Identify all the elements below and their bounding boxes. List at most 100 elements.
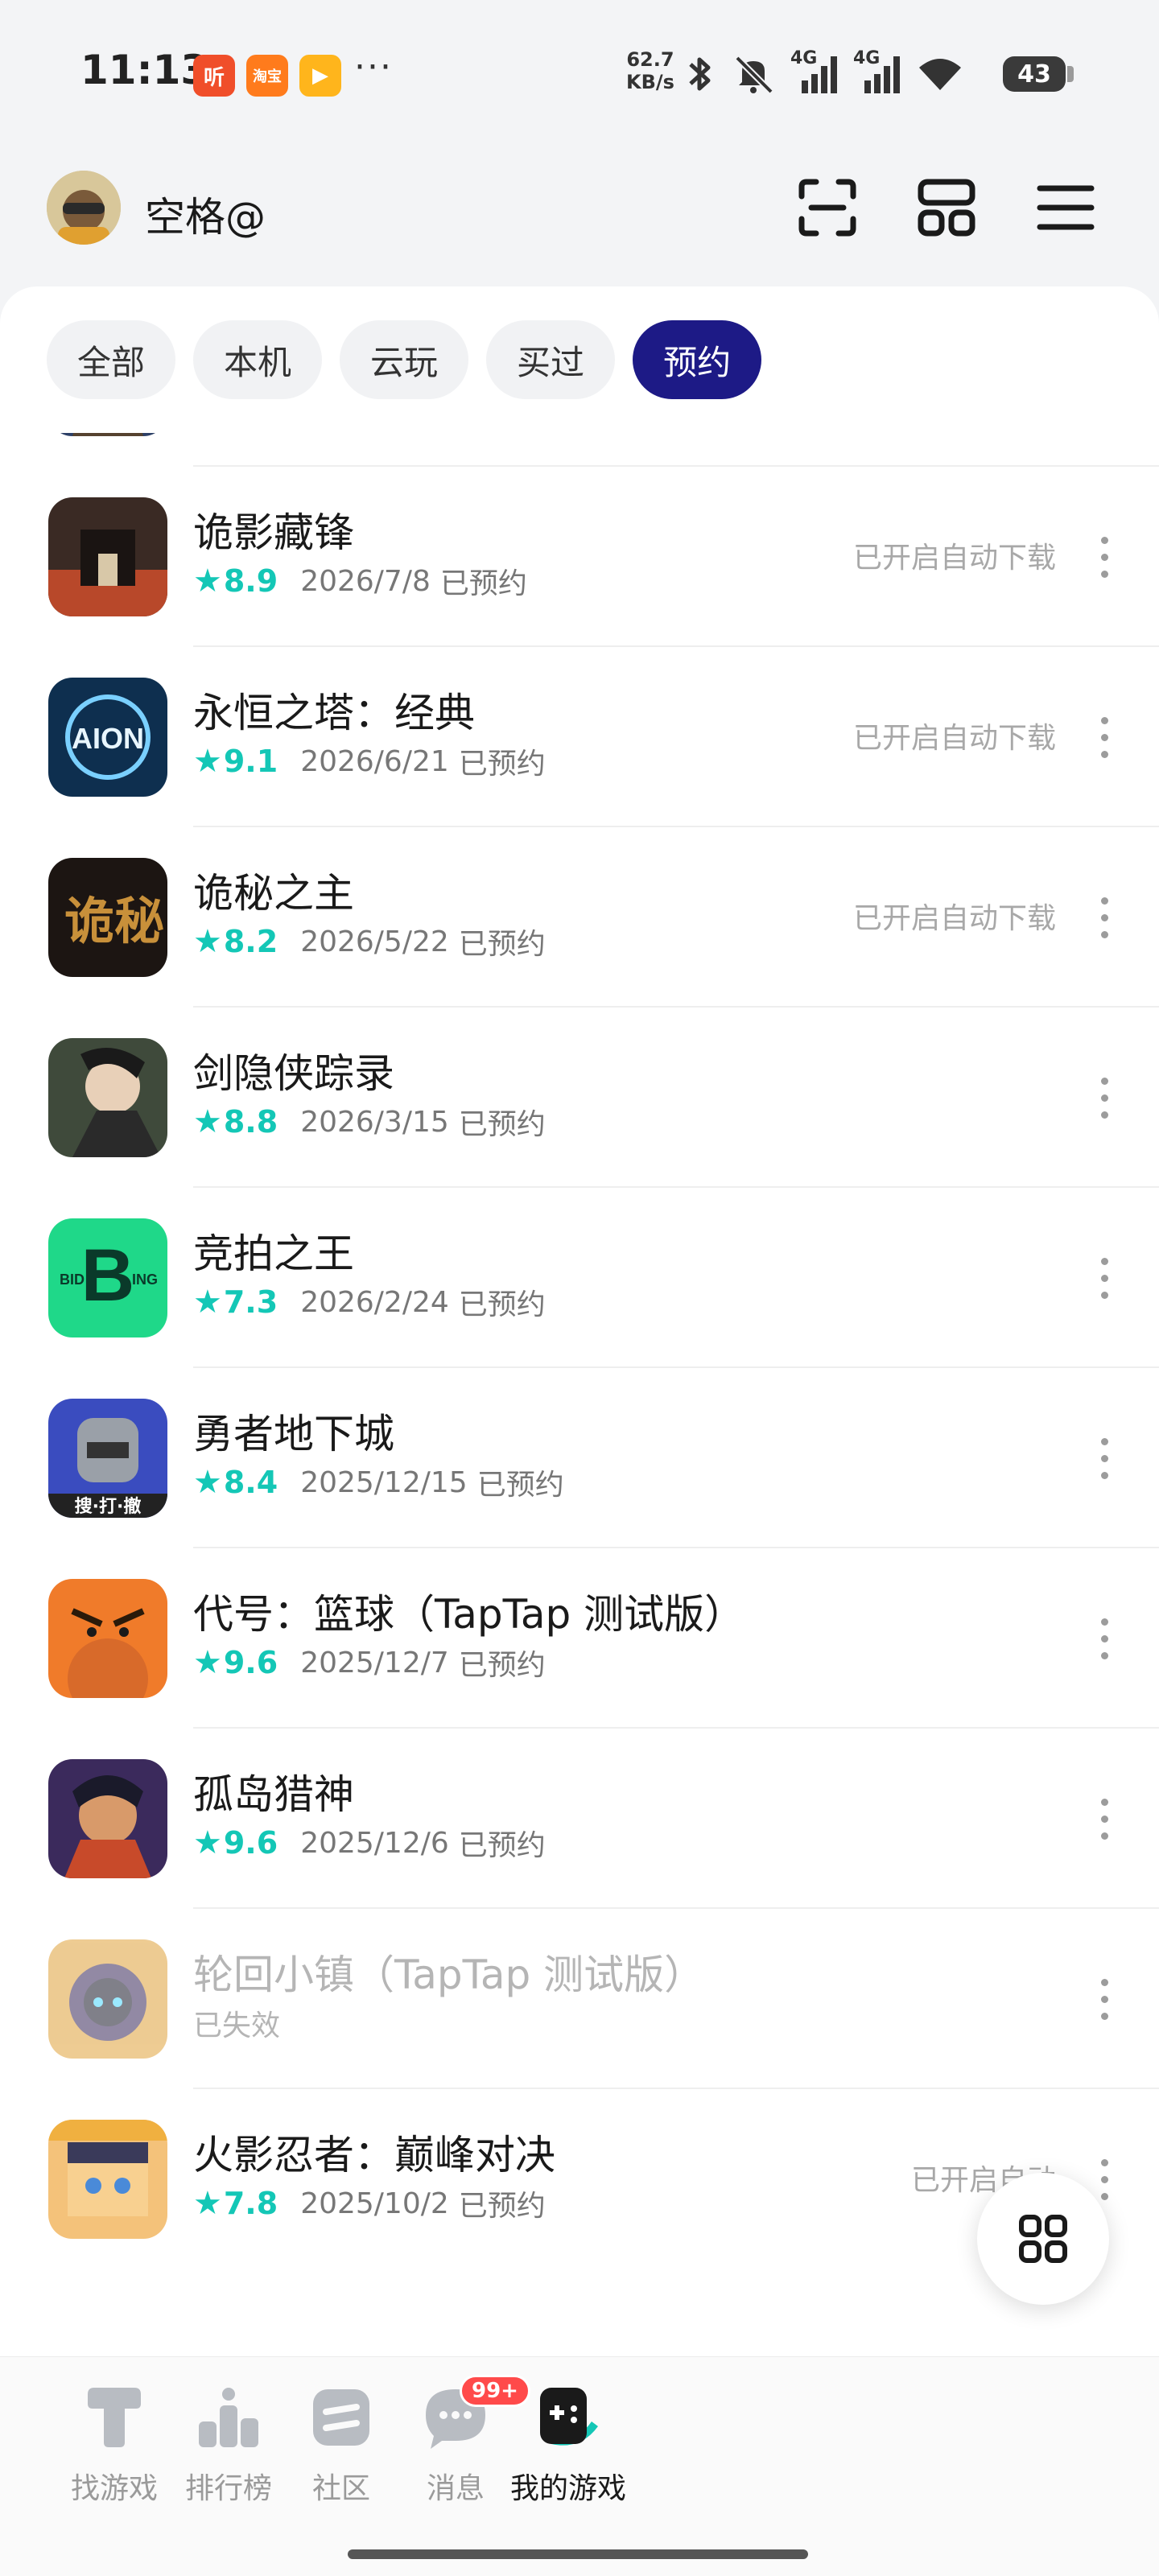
status-bar: 11:13 听 淘宝 ▶ ··· 62.7 KB/s 4G 4G 43 [0, 0, 1159, 145]
game-list-item[interactable]: AION 永恒之塔：经典 ★ 9.1 2026/6/21 已预约 已开启自动下载 [0, 647, 1159, 827]
game-icon[interactable]: AION [48, 678, 167, 797]
menu-icon [1037, 185, 1095, 230]
game-list-item[interactable]: 诡秘 诡秘之主 ★ 8.2 2026/5/22 已预约 已开启自动下载 [0, 827, 1159, 1008]
more-options-button[interactable] [1088, 1420, 1120, 1497]
game-list-item[interactable]: 搜·打·撤 勇者地下城 ★ 8.4 2025/12/15 已预约 [0, 1368, 1159, 1548]
reservation-date: 2025/12/7 [300, 1646, 449, 1680]
game-name[interactable]: 剑隐侠踪录 [193, 1041, 394, 1099]
home-indicator[interactable] [348, 2549, 808, 2559]
game-list-item[interactable]: 秘境夺金★9.62026/7/8已预约已开启自动下载 [0, 433, 1159, 467]
game-icon[interactable]: 搜·打·撤 [48, 1399, 167, 1518]
star-icon: ★ [193, 923, 222, 960]
game-name[interactable]: 代号：篮球（TapTap 测试版） [193, 1582, 744, 1640]
more-dot-icon [1100, 1471, 1108, 1479]
game-rating: 8.4 [223, 1465, 278, 1500]
game-name[interactable]: 轮回小镇（TapTap 测试版） [193, 1943, 704, 2001]
star-icon: ★ [193, 1103, 222, 1140]
quick-menu-button[interactable] [977, 2173, 1109, 2305]
game-icon[interactable] [48, 1759, 167, 1878]
game-rating: 9.6 [223, 1645, 278, 1680]
more-options-button[interactable] [1088, 1239, 1120, 1317]
more-options-button[interactable] [1088, 1600, 1120, 1677]
grid-layout-icon [918, 179, 975, 237]
game-icon[interactable] [48, 497, 167, 616]
status-time: 11:13 [80, 47, 209, 93]
more-dot-icon [1100, 1832, 1108, 1840]
game-name[interactable]: 永恒之塔：经典 [193, 681, 475, 739]
reservation-date: 2025/10/2 [300, 2187, 449, 2220]
svg-text:诡秘: 诡秘 [64, 892, 164, 950]
star-icon: ★ [193, 563, 222, 600]
username[interactable]: 空格@ [145, 185, 266, 243]
messages-icon: 99+ [419, 2375, 530, 2454]
nav-label: 我的游戏 [509, 2472, 626, 2505]
game-status: 已预约 [476, 1469, 564, 1502]
svg-text:B: B [81, 1234, 134, 1317]
game-icon[interactable] [48, 2120, 167, 2239]
more-options-button[interactable] [1088, 879, 1120, 956]
menu-button[interactable] [1027, 169, 1104, 246]
filter-tabs: 全部 本机 云玩 买过 预约 [47, 320, 762, 399]
tab-4[interactable]: 预约 [633, 320, 762, 399]
game-list-item[interactable]: 剑隐侠踪录 ★ 8.8 2026/3/15 已预约 [0, 1008, 1159, 1188]
avatar[interactable] [47, 171, 121, 245]
notification-app-icon: ▶ [299, 55, 341, 97]
more-options-button[interactable] [1088, 699, 1120, 776]
game-list-item[interactable]: 代号：篮球（TapTap 测试版） ★ 9.6 2025/12/7 已预约 [0, 1548, 1159, 1729]
nav-label: 消息 [426, 2472, 485, 2505]
game-icon[interactable] [48, 1939, 167, 2059]
game-icon[interactable] [48, 1038, 167, 1157]
star-icon: ★ [193, 1824, 222, 1861]
game-list-viewport[interactable]: 秘境夺金★9.62026/7/8已预约已开启自动下载诡影藏锋★8.92026/7… [0, 433, 1159, 2356]
more-options-button[interactable] [1088, 1960, 1120, 2038]
tab-2[interactable]: 云玩 [340, 320, 469, 399]
game-name[interactable]: 竞拍之王 [193, 1222, 354, 1280]
game-rating: 8.9 [223, 563, 278, 599]
game-icon[interactable]: 诡秘 [48, 858, 167, 977]
more-options-button[interactable] [1088, 1059, 1120, 1136]
tab-3[interactable]: 买过 [486, 320, 616, 399]
more-dot-icon [1100, 716, 1108, 724]
scan-button[interactable] [789, 169, 866, 246]
game-list-item[interactable]: B BID ING 竞拍之王 ★ 7.3 2026/2/24 已预约 [0, 1188, 1159, 1368]
game-list-item[interactable]: 孤岛猎神 ★ 9.6 2025/12/6 已预约 [0, 1729, 1159, 1909]
more-options-button[interactable] [1088, 1780, 1120, 1857]
more-dot-icon [1100, 536, 1108, 544]
game-status: 已预约 [439, 567, 527, 600]
layout-button[interactable] [908, 169, 985, 246]
nav-item-my-games[interactable]: 我的游戏 [496, 2381, 641, 2507]
game-list-item[interactable]: 诡影藏锋 ★ 8.9 2026/7/8 已预约 已开启自动下载 [0, 467, 1159, 647]
svg-text:AION: AION [72, 722, 144, 755]
game-list-item[interactable]: 轮回小镇（TapTap 测试版） 已失效 [0, 1909, 1159, 2089]
game-meta: ★ 9.6 2025/12/7 已预约 [193, 1642, 546, 1684]
game-status: 已预约 [458, 1649, 546, 1682]
more-dot-icon [1100, 913, 1108, 921]
more-dot-icon [1100, 553, 1108, 561]
game-name[interactable]: 孤岛猎神 [193, 1762, 354, 1820]
game-status: 已预约 [458, 2190, 546, 2223]
more-dot-icon [1100, 750, 1108, 758]
game-name[interactable]: 火影忍者：巅峰对决 [193, 2123, 555, 2181]
game-meta: ★ 9.1 2026/6/21 已预约 [193, 740, 546, 782]
content-panel: 全部本机云玩买过预约 秘境夺金★9.62026/7/8已预约已开启自动下载诡影藏… [0, 286, 1159, 2356]
reservation-date: 2026/5/22 [300, 925, 449, 958]
more-dot-icon [1100, 1651, 1108, 1659]
game-name[interactable]: 诡影藏锋 [193, 501, 354, 558]
more-options-button[interactable] [1088, 518, 1120, 596]
tab-0[interactable]: 全部 [47, 320, 176, 399]
game-name[interactable]: 诡秘之主 [193, 861, 354, 919]
game-icon[interactable]: B BID ING [48, 1218, 167, 1337]
game-icon[interactable] [48, 433, 167, 436]
game-name[interactable]: 勇者地下城 [193, 1402, 394, 1460]
reservation-date: 2025/12/15 [300, 1465, 468, 1499]
tab-1[interactable]: 本机 [193, 320, 323, 399]
game-meta: ★ 7.8 2025/10/2 已预约 [193, 2182, 546, 2224]
svg-text:ING: ING [132, 1272, 158, 1288]
nav-label: 社区 [311, 2472, 370, 2505]
game-status: 已预约 [458, 1829, 546, 1862]
community-icon [305, 2381, 377, 2454]
game-rating: 7.3 [223, 1284, 278, 1320]
more-dot-icon [1100, 930, 1108, 938]
header: 空格@ [0, 145, 1159, 290]
game-icon[interactable] [48, 1579, 167, 1698]
